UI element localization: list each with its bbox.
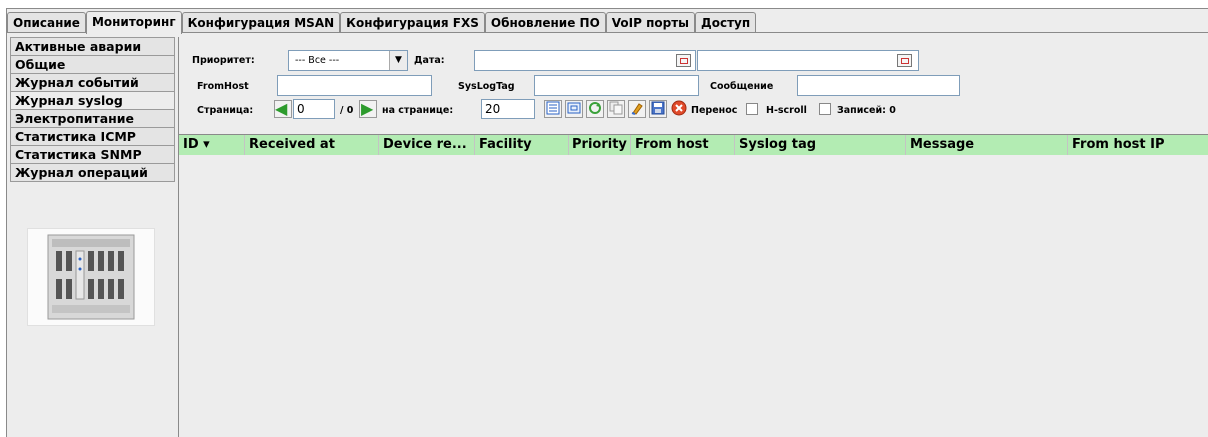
- device-image: [27, 228, 155, 326]
- columns-icon[interactable]: [544, 100, 562, 118]
- syslogtag-label: SysLogTag: [458, 81, 515, 92]
- per-page-field[interactable]: 20: [481, 99, 535, 119]
- hscroll-label: H-scroll: [766, 105, 807, 116]
- arrow-right-icon: ▶: [361, 99, 374, 118]
- hscroll-checkbox[interactable]: [819, 103, 831, 115]
- sidebar-item-icmp-stats[interactable]: Статистика ICMP: [10, 127, 175, 145]
- sidebar-item-event-log[interactable]: Журнал событий: [10, 73, 175, 91]
- column-device-received[interactable]: Device re...: [379, 135, 475, 155]
- tab-msan-config[interactable]: Конфигурация MSAN: [181, 12, 341, 33]
- priority-select-value: --- Все ---: [295, 55, 340, 66]
- tab-description[interactable]: Описание: [7, 12, 86, 33]
- message-field[interactable]: [797, 75, 960, 96]
- chevron-down-icon[interactable]: ▼: [389, 51, 407, 70]
- column-facility[interactable]: Facility: [475, 135, 569, 155]
- fromhost-field[interactable]: [277, 75, 432, 96]
- filter-panel: Приоритет: --- Все --- ▼ Дата: FromHost …: [179, 37, 1208, 131]
- column-message[interactable]: Message: [906, 135, 1068, 155]
- per-page-label: на странице:: [382, 105, 454, 116]
- calendar-icon[interactable]: [676, 54, 691, 67]
- date-to-field[interactable]: [697, 50, 919, 71]
- tab-software-update[interactable]: Обновление ПО: [484, 12, 606, 33]
- column-from-host[interactable]: From host: [631, 135, 735, 155]
- next-page-button[interactable]: ▶: [359, 100, 377, 118]
- column-priority[interactable]: Priority: [569, 135, 631, 155]
- date-label: Дата:: [414, 55, 445, 66]
- page-total: / 0: [340, 105, 354, 116]
- wrap-label: Перенос: [691, 105, 738, 116]
- column-syslog-tag[interactable]: Syslog tag: [735, 135, 906, 155]
- tab-fxs-config[interactable]: Конфигурация FXS: [340, 12, 485, 33]
- wrap-checkbox[interactable]: [746, 103, 758, 115]
- page-field[interactable]: 0: [293, 99, 335, 119]
- date-from-field[interactable]: [474, 50, 696, 71]
- main-window: Описание Мониторинг Конфигурация MSAN Ко…: [6, 8, 1208, 437]
- sidebar-item-syslog[interactable]: Журнал syslog: [10, 91, 175, 109]
- fit-icon[interactable]: [565, 100, 583, 118]
- page-label: Страница:: [197, 105, 254, 116]
- table-body[interactable]: [179, 155, 1208, 437]
- tab-access[interactable]: Доступ: [695, 12, 757, 33]
- fromhost-label: FromHost: [197, 81, 249, 92]
- prev-page-button[interactable]: ◀: [274, 100, 292, 118]
- records-count: Записей: 0: [837, 105, 896, 116]
- sidebar-item-active-alarms[interactable]: Активные аварии: [10, 37, 175, 55]
- priority-label: Приоритет:: [192, 55, 255, 66]
- sidebar-item-general[interactable]: Общие: [10, 55, 175, 73]
- sidebar-item-power[interactable]: Электропитание: [10, 109, 175, 127]
- arrow-left-icon: ◀: [275, 99, 288, 118]
- clear-filter-icon[interactable]: [628, 100, 646, 118]
- tab-bar: Описание Мониторинг Конфигурация MSAN Ко…: [7, 11, 757, 34]
- copy-icon[interactable]: [607, 100, 625, 118]
- syslogtag-field[interactable]: [534, 75, 699, 96]
- sidebar-item-snmp-stats[interactable]: Статистика SNMP: [10, 145, 175, 163]
- tab-monitoring[interactable]: Мониторинг: [85, 11, 182, 34]
- priority-select[interactable]: --- Все --- ▼: [288, 50, 408, 71]
- column-received-at[interactable]: Received at: [245, 135, 379, 155]
- stop-icon[interactable]: [670, 100, 688, 118]
- message-label: Сообщение: [710, 81, 774, 92]
- table-header: ID ▾ Received at Device re... Facility P…: [179, 134, 1208, 156]
- column-from-host-ip[interactable]: From host IP: [1068, 135, 1208, 155]
- tab-divider: [7, 32, 1208, 33]
- sidebar: Активные аварии Общие Журнал событий Жур…: [7, 37, 177, 437]
- tab-voip-ports[interactable]: VoIP порты: [605, 12, 696, 33]
- refresh-icon[interactable]: [586, 100, 604, 118]
- save-icon[interactable]: [649, 100, 667, 118]
- calendar-icon[interactable]: [897, 54, 912, 67]
- sidebar-item-operations-log[interactable]: Журнал операций: [10, 163, 175, 182]
- column-id[interactable]: ID ▾: [179, 135, 245, 155]
